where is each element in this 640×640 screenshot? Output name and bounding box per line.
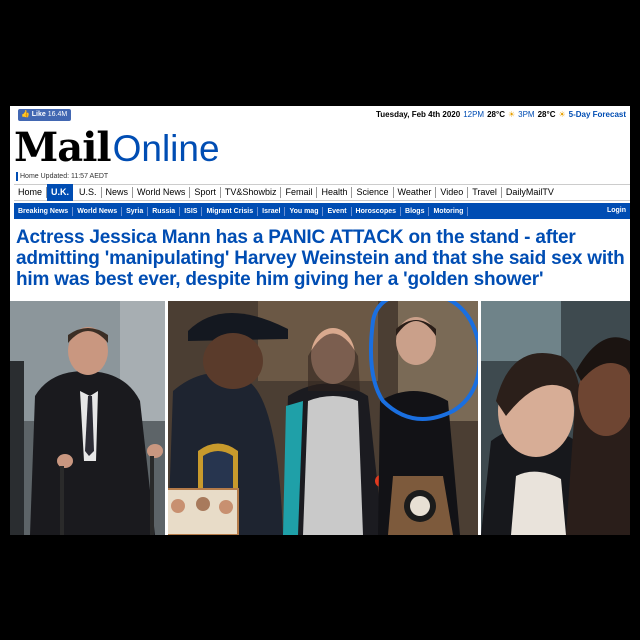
nav-item-science[interactable]: Science [352, 187, 394, 198]
photo-left[interactable] [10, 301, 165, 535]
subnav-item-you-mag[interactable]: You mag [285, 206, 324, 216]
nav-item-health[interactable]: Health [317, 187, 353, 198]
site-logo[interactable]: Mail Online [14, 126, 220, 172]
nav-item-uk[interactable]: U.K. [47, 184, 74, 201]
subnav-item-breaking-news[interactable]: Breaking News [14, 206, 74, 216]
nav-item-tv-showbiz[interactable]: TV&Showbiz [221, 187, 282, 198]
thumbs-up-icon: 👍 [21, 111, 30, 118]
photo-left-illustration [10, 301, 165, 535]
subnav-item-migrant-crisis[interactable]: Migrant Crisis [202, 206, 259, 216]
subnav-item-syria[interactable]: Syria [122, 206, 149, 216]
logo-online-text: Online [112, 128, 220, 169]
secondary-nav: Breaking News World News Syria Russia IS… [14, 203, 630, 219]
article-photo-strip [10, 301, 630, 535]
subnav-item-world-news[interactable]: World News [73, 206, 123, 216]
photo-middle[interactable] [168, 301, 478, 535]
nav-item-video[interactable]: Video [436, 187, 469, 198]
photo-middle-illustration [168, 301, 478, 535]
subnav-item-blogs[interactable]: Blogs [401, 206, 430, 216]
nav-item-travel[interactable]: Travel [468, 187, 502, 198]
subnav-item-israel[interactable]: Israel [258, 206, 286, 216]
top-strip: 👍 Like 16.4M Tuesday, Feb 4th 2020 12PM … [10, 106, 630, 124]
nav-item-us[interactable]: U.S. [75, 187, 102, 198]
photo-right-illustration [481, 301, 630, 535]
sun-cloud-icon: ☀ [558, 110, 566, 119]
primary-nav: Home U.K. U.S. News World News Sport TV&… [14, 184, 630, 201]
article-headline[interactable]: Actress Jessica Mann has a PANIC ATTACK … [16, 227, 628, 290]
facebook-like-count: 16.4M [47, 111, 68, 118]
subnav-item-russia[interactable]: Russia [148, 206, 181, 216]
subnav-item-horoscopes[interactable]: Horoscopes [352, 206, 402, 216]
webpage: 👍 Like 16.4M Tuesday, Feb 4th 2020 12PM … [10, 106, 630, 535]
current-date: Tuesday, Feb 4th 2020 [376, 110, 461, 119]
five-day-forecast-link[interactable]: 5-Day Forecast [569, 110, 626, 119]
logo-mail-text: Mail [14, 124, 112, 171]
forecast-time: 3PM [518, 110, 535, 119]
nav-item-weather[interactable]: Weather [394, 187, 437, 198]
facebook-like-button[interactable]: 👍 Like 16.4M [18, 109, 72, 121]
forecast-time: 12PM [463, 110, 485, 119]
forecast-temp: 28°C [537, 110, 556, 119]
sun-cloud-icon: ☀ [507, 110, 516, 119]
subnav-item-event[interactable]: Event [323, 206, 352, 216]
nav-item-dailymailtv[interactable]: DailyMailTV [502, 187, 558, 198]
photo-right[interactable] [481, 301, 630, 535]
subnav-item-isis[interactable]: ISIS [180, 206, 203, 216]
nav-item-news[interactable]: News [102, 187, 134, 198]
home-updated-time: Home Updated: 11:57 AEDT [16, 172, 108, 181]
date-weather-bar: Tuesday, Feb 4th 2020 12PM 28°C ☀ 3PM 28… [376, 110, 626, 119]
subnav-item-motoring[interactable]: Motoring [429, 206, 469, 216]
nav-item-home[interactable]: Home [14, 187, 48, 198]
nav-item-world-news[interactable]: World News [133, 187, 191, 198]
nav-item-sport[interactable]: Sport [190, 187, 221, 198]
forecast-temp: 28°C [487, 110, 505, 119]
screenshot-frame: 👍 Like 16.4M Tuesday, Feb 4th 2020 12PM … [0, 0, 640, 640]
facebook-like-label: Like [31, 111, 46, 118]
nav-item-femail[interactable]: Femail [281, 187, 318, 198]
login-link[interactable]: Login [607, 203, 626, 219]
